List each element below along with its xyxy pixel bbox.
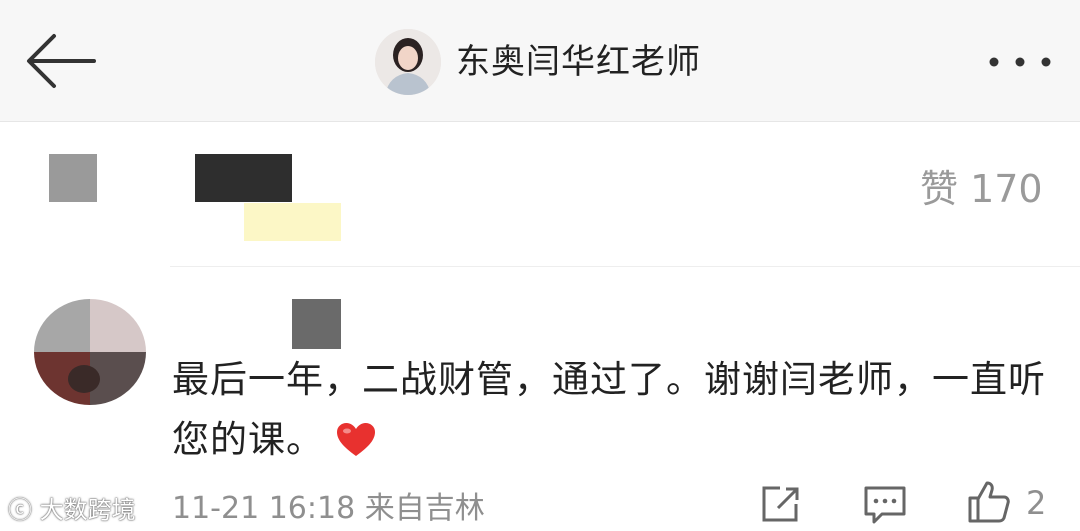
watermark-text: 大数跨境 xyxy=(39,496,136,524)
comment-body: 最后一年，二战财管，通过了。谢谢闫老师，一直听您的课。 xyxy=(172,350,1052,470)
like-count: 2 xyxy=(1026,484,1047,522)
comment-meta: 11-21 16:18 来自吉林 xyxy=(172,491,485,526)
back-arrow-icon xyxy=(27,34,96,88)
avatar-image xyxy=(375,29,441,95)
more-dots-icon xyxy=(989,57,1051,67)
blurred-username xyxy=(195,299,291,347)
watermark-logo-icon: ⓒ xyxy=(8,496,40,524)
commenter-avatar[interactable] xyxy=(34,299,146,405)
teacher-avatar[interactable] xyxy=(375,29,441,95)
blurred-badge xyxy=(244,203,341,241)
more-options-button[interactable] xyxy=(982,44,1058,80)
top-nav-bar: 东奥闫华红老师 xyxy=(0,0,1080,122)
like-button[interactable] xyxy=(966,480,1012,524)
back-button[interactable] xyxy=(22,30,98,92)
blurred-username xyxy=(195,154,292,202)
page-title: 东奥闫华红老师 xyxy=(456,42,701,82)
comment-icon xyxy=(864,486,906,524)
comment-text: 最后一年，二战财管，通过了。谢谢闫老师，一直听您的课。 xyxy=(172,358,1046,461)
blurred-avatar xyxy=(49,154,97,202)
share-icon xyxy=(762,486,799,522)
share-button[interactable] xyxy=(758,484,802,524)
avatar-image xyxy=(34,299,146,405)
divider xyxy=(170,266,1080,267)
blurred-username-part xyxy=(292,154,340,202)
heart-icon xyxy=(337,423,375,456)
thumbs-up-icon xyxy=(968,481,1010,523)
watermark: ⓒ 大数跨境 xyxy=(8,490,136,525)
blurred-username-part xyxy=(292,299,341,349)
reply-button[interactable] xyxy=(862,484,908,524)
top-like-count[interactable]: 赞 170 xyxy=(920,158,1043,213)
